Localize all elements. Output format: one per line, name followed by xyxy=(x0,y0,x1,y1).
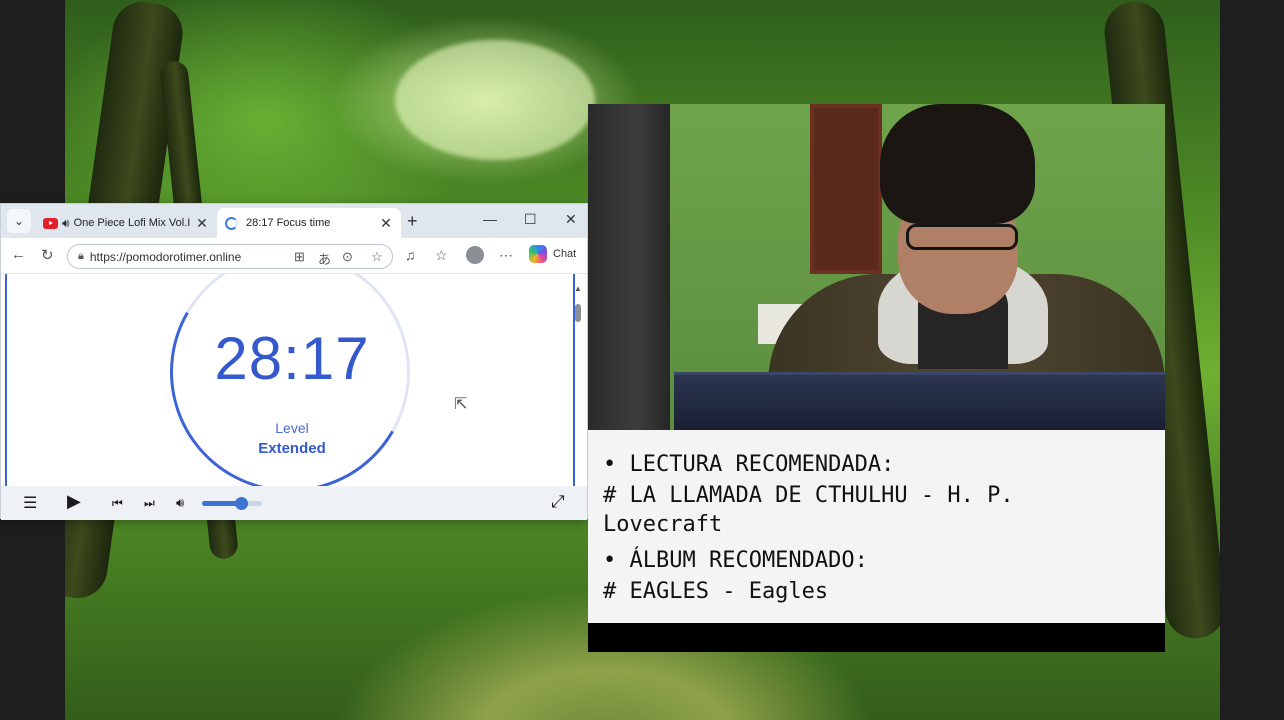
play-icon[interactable]: ▶ xyxy=(67,491,81,512)
laptop xyxy=(674,372,1165,430)
reading-heading: • LECTURA RECOMENDADA: xyxy=(603,452,895,477)
back-arrow-icon[interactable]: ← xyxy=(11,246,26,263)
album-title: # EAGLES - Eagles xyxy=(603,579,829,604)
level-value[interactable]: Extended xyxy=(167,440,417,457)
close-icon[interactable]: ✕ xyxy=(193,215,211,232)
previous-track-icon[interactable]: ⏮︎ xyxy=(112,496,123,511)
tab-actions-button[interactable]: ⌄ xyxy=(7,209,31,233)
copilot-chat-button[interactable]: Chat xyxy=(529,245,576,263)
close-icon[interactable]: ✕ xyxy=(377,215,395,232)
favorite-star-icon[interactable]: ☆ xyxy=(371,249,383,265)
person-hair xyxy=(880,104,1035,224)
tab-pomodoro[interactable]: 28:17 Focus time ✕ xyxy=(217,208,401,238)
refresh-icon[interactable]: ↻ xyxy=(41,246,54,264)
recommendations-panel: • LECTURA RECOMENDADA: # LA LLAMADA DE C… xyxy=(588,430,1165,623)
address-bar[interactable]: 🔒︎ https://pomodorotimer.online ⊞ あ ⊙ ☆ xyxy=(67,244,393,269)
lock-icon[interactable]: 🔒︎ xyxy=(78,250,84,263)
favorites-icon[interactable]: ☆ xyxy=(435,247,448,264)
media-control-icon[interactable]: ♫ xyxy=(405,247,416,263)
volume-icon[interactable]: 🔊︎ xyxy=(176,495,184,511)
profile-avatar[interactable] xyxy=(466,246,484,264)
next-track-icon[interactable]: ⏭︎ xyxy=(144,496,155,511)
fullscreen-icon[interactable]: ⤢ xyxy=(551,492,565,512)
page-viewport: 28:17 Level Extended ⇱ xyxy=(5,274,575,486)
volume-slider[interactable] xyxy=(202,497,262,510)
copilot-label: Chat xyxy=(553,248,577,260)
maximize-button[interactable]: ☐ xyxy=(524,211,537,228)
page-scrollbar[interactable]: ▲ xyxy=(574,284,582,484)
new-tab-button[interactable]: + xyxy=(407,211,418,232)
url-text: https://pomodorotimer.online xyxy=(89,249,242,264)
mouse-cursor-icon: ⇱ xyxy=(454,396,468,413)
chevron-down-icon: ⌄ xyxy=(13,214,25,228)
loading-icon xyxy=(225,216,238,230)
player-controls: ☰ ▶ ⏮︎ ⏭︎ 🔊︎ ⤢ xyxy=(1,486,587,520)
scroll-thumb[interactable] xyxy=(575,304,581,322)
translate-icon[interactable]: あ xyxy=(318,249,331,268)
volume-knob[interactable] xyxy=(235,497,248,510)
reading-author: Lovecraft xyxy=(603,512,723,537)
glasses xyxy=(906,224,1018,250)
reading-title: # LA LLAMADA DE CTHULHU - H. P. xyxy=(603,483,1014,508)
menu-icon[interactable]: ☰ xyxy=(23,493,37,513)
level-label: Level xyxy=(275,420,309,436)
tab-youtube[interactable]: 🔊︎ One Piece Lofi Mix Vol.I ✕ xyxy=(37,208,217,238)
close-window-button[interactable]: ✕ xyxy=(565,211,577,228)
notes-bottom-bar xyxy=(588,623,1165,652)
cabinet xyxy=(588,104,670,430)
apps-icon[interactable]: ⊞ xyxy=(294,249,305,265)
tab-title: 28:17 Focus time xyxy=(246,217,331,229)
minimize-button[interactable]: — xyxy=(483,211,497,227)
timer-display: 28:17 xyxy=(214,325,370,392)
more-tools-icon[interactable]: ⊙ xyxy=(342,249,353,265)
speaker-icon[interactable]: 🔊︎ xyxy=(62,216,70,231)
album-heading: • ÁLBUM RECOMENDADO: xyxy=(603,548,868,573)
tab-bar: ⌄ 🔊︎ One Piece Lofi Mix Vol.I ✕ 28:17 Fo… xyxy=(1,204,587,238)
scroll-up-icon[interactable]: ▲ xyxy=(574,284,582,293)
webcam-feed xyxy=(588,104,1165,430)
tab-title: One Piece Lofi Mix Vol.I xyxy=(73,217,191,229)
more-menu-icon[interactable]: ⋯ xyxy=(499,247,513,264)
browser-window: ⌄ 🔊︎ One Piece Lofi Mix Vol.I ✕ 28:17 Fo… xyxy=(0,203,588,520)
address-toolbar: ← ↻ 🔒︎ https://pomodorotimer.online ⊞ あ … xyxy=(1,238,587,274)
sunlight-glow xyxy=(395,40,595,160)
bookshelf xyxy=(810,104,882,274)
youtube-icon xyxy=(43,217,58,229)
copilot-icon xyxy=(529,245,547,263)
